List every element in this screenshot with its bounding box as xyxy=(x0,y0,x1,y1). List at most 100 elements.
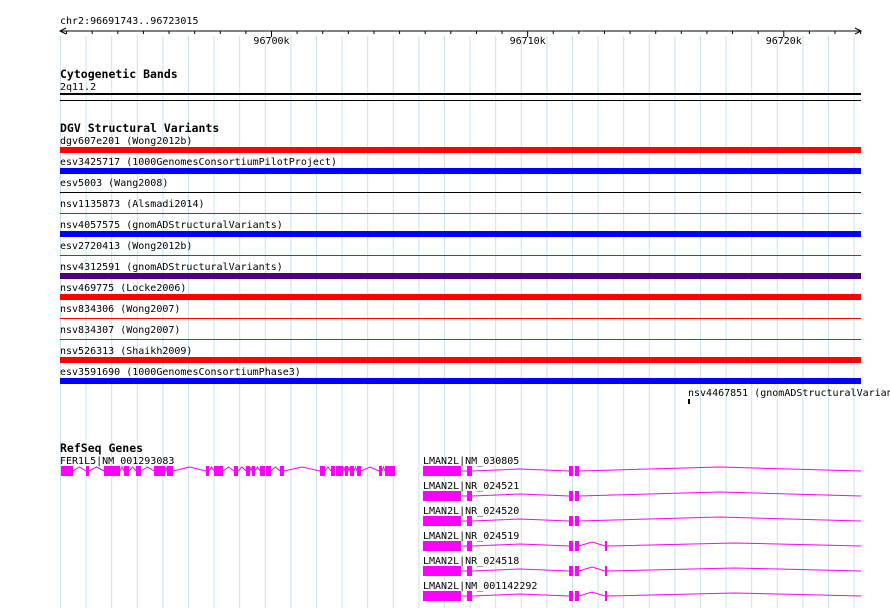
gene-exon[interactable] xyxy=(467,566,472,576)
gene-exon[interactable] xyxy=(320,466,325,476)
gene-exon[interactable] xyxy=(219,466,223,476)
gene-lman2l[interactable]: LMAN2L|NR_024518 xyxy=(423,556,862,576)
gene-exon[interactable] xyxy=(569,566,573,576)
gene-exon[interactable] xyxy=(331,466,335,476)
dgv-feature[interactable]: nsv469775 (Locke2006) xyxy=(60,283,861,300)
dgv-feature[interactable]: nsv1135873 (Alsmadi2014) xyxy=(60,199,861,214)
gene-exon[interactable] xyxy=(86,466,89,476)
gene-exon[interactable] xyxy=(569,516,573,526)
gene-exon[interactable] xyxy=(575,591,579,601)
gene-exon[interactable] xyxy=(423,541,461,551)
gene-exon[interactable] xyxy=(104,466,110,476)
dgv-feature-bar[interactable] xyxy=(60,273,861,279)
gene-exon[interactable] xyxy=(206,466,209,476)
gene-exon[interactable] xyxy=(575,541,579,551)
gene-exon[interactable] xyxy=(160,466,165,476)
gene-intron xyxy=(578,516,862,522)
gene-exon[interactable] xyxy=(467,516,472,526)
ruler[interactable]: chr2:96691743..96723015 96700k 96710k 96… xyxy=(58,16,863,47)
gene-exon[interactable] xyxy=(569,591,573,601)
gene-exon[interactable] xyxy=(575,516,579,526)
dgv-feature[interactable]: esv5003 (Wang2008) xyxy=(60,178,861,193)
dgv-feature-label: esv3591690 (1000GenomesConsortiumPhase3) xyxy=(60,367,301,378)
gene-fer1l5[interactable]: FER1L5|NM_001293083 xyxy=(60,456,395,476)
gene-exon[interactable] xyxy=(260,466,265,476)
gene-intron xyxy=(606,592,862,597)
gene-exon[interactable] xyxy=(350,466,354,476)
gene-exon[interactable] xyxy=(423,466,461,476)
gene-lman2l[interactable]: LMAN2L|NM_030805 xyxy=(423,456,862,476)
ruler-ticks xyxy=(66,31,862,37)
dgv-feature-bar[interactable] xyxy=(60,213,861,214)
dgv-feature-bar[interactable] xyxy=(60,255,861,256)
dgv-feature-bar[interactable] xyxy=(60,147,861,153)
gene-exon[interactable] xyxy=(246,466,250,476)
gene-exon[interactable] xyxy=(467,491,472,501)
dgv-feature-bar[interactable] xyxy=(60,339,861,340)
gene-exon[interactable] xyxy=(234,466,238,476)
gene-exon[interactable] xyxy=(266,466,271,476)
gene-exon[interactable] xyxy=(423,516,461,526)
gene-exon[interactable] xyxy=(124,466,129,476)
gene-exon[interactable] xyxy=(467,466,472,476)
dgv-feature[interactable]: nsv834307 (Wong2007) xyxy=(60,325,861,340)
gene-exon[interactable] xyxy=(423,566,461,576)
dgv-feature-bar[interactable] xyxy=(60,231,861,237)
gene-exon[interactable] xyxy=(345,466,348,476)
gene-exon[interactable] xyxy=(605,591,607,601)
gene-exon[interactable] xyxy=(136,466,141,476)
gene-exon[interactable] xyxy=(154,466,160,476)
dgv-feature-bar[interactable] xyxy=(60,168,861,174)
dgv-feature-bar[interactable] xyxy=(60,192,861,193)
dgv-feature-bar[interactable] xyxy=(60,357,861,363)
gene-exon[interactable] xyxy=(569,466,573,476)
gene-exon[interactable] xyxy=(379,466,382,476)
gene-exon[interactable] xyxy=(423,491,461,501)
dgv-feature[interactable]: esv3591690 (1000GenomesConsortiumPhase3) xyxy=(60,367,861,384)
gene-exon[interactable] xyxy=(61,466,68,476)
gene-intron xyxy=(471,593,570,597)
dgv-feature[interactable]: nsv4057575 (gnomADStructuralVariants) xyxy=(60,220,861,237)
cytoband-bar[interactable] xyxy=(60,93,861,95)
gene-exon[interactable] xyxy=(280,466,284,476)
gene-exon[interactable] xyxy=(467,591,472,601)
gene-exon[interactable] xyxy=(569,541,573,551)
dgv-feature-bar[interactable] xyxy=(60,318,861,319)
dgv-feature-bar[interactable] xyxy=(688,399,690,404)
gene-exon[interactable] xyxy=(575,566,579,576)
gene-exon[interactable] xyxy=(167,466,173,476)
gene-exon[interactable] xyxy=(357,466,361,476)
genome-browser: chr2:96691743..96723015 96700k 96710k 96… xyxy=(58,16,890,608)
dgv-feature[interactable]: dgv607e201 (Wong2012b) xyxy=(60,136,861,153)
gene-exon[interactable] xyxy=(605,541,607,551)
dgv-feature[interactable]: nsv4312591 (gnomADStructuralVariants) xyxy=(60,262,861,279)
gene-label: LMAN2L|NM_001142292 xyxy=(423,581,537,592)
dgv-feature[interactable]: nsv526313 (Shaikh2009) xyxy=(60,346,861,363)
gene-exon[interactable] xyxy=(605,566,607,576)
gene-exon[interactable] xyxy=(423,591,461,601)
gene-exon[interactable] xyxy=(252,466,255,476)
gene-lman2l[interactable]: LMAN2L|NM_001142292 xyxy=(423,581,862,601)
gene-lman2l[interactable]: LMAN2L|NR_024519 xyxy=(423,531,862,551)
gene-exon[interactable] xyxy=(575,466,579,476)
gene-lman2l[interactable]: LMAN2L|NR_024521 xyxy=(423,481,862,501)
gene-exon[interactable] xyxy=(569,491,573,501)
gene-exon[interactable] xyxy=(340,466,343,476)
dgv-feature[interactable]: esv3425717 (1000GenomesConsortiumPilotPr… xyxy=(60,157,861,174)
gene-exon[interactable] xyxy=(67,466,73,476)
tick-label: 96700k xyxy=(253,36,289,47)
gene-exon[interactable] xyxy=(575,491,579,501)
dgv-feature-bar[interactable] xyxy=(60,378,861,384)
dgv-feature[interactable]: nsv4467851 (gnomADStructuralVariants) xyxy=(688,388,890,404)
gene-exon[interactable] xyxy=(214,466,219,476)
gene-exon[interactable] xyxy=(110,466,116,476)
gene-exon[interactable] xyxy=(385,466,395,476)
gene-exon[interactable] xyxy=(467,541,472,551)
gene-exon[interactable] xyxy=(116,466,120,476)
gene-lman2l[interactable]: LMAN2L|NR_024520 xyxy=(423,506,862,526)
dgv-feature[interactable]: esv2720413 (Wong2012b) xyxy=(60,241,861,256)
gene-exon[interactable] xyxy=(336,466,340,476)
dgv-feature[interactable]: nsv834306 (Wong2007) xyxy=(60,304,861,319)
dgv-feature-bar[interactable] xyxy=(60,294,861,300)
dgv-feature-label: nsv4312591 (gnomADStructuralVariants) xyxy=(60,262,283,273)
